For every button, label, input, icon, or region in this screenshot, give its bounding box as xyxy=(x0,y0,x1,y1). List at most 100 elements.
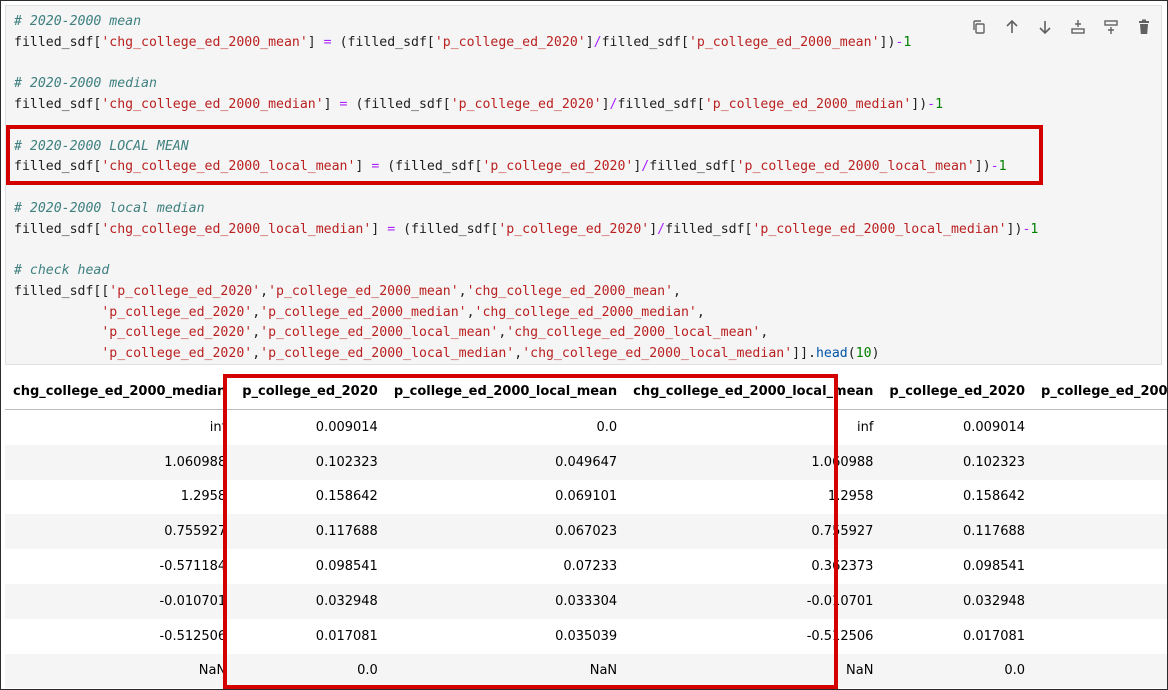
code-token: , xyxy=(673,283,681,299)
code-token: filled_sdf[ xyxy=(14,221,102,237)
table-cell: 0.032948 xyxy=(315,593,378,609)
code-token: 1 xyxy=(1030,221,1039,237)
code-token: , xyxy=(760,325,769,341)
code-token: 1 xyxy=(903,34,912,50)
arrow-down-icon[interactable] xyxy=(1034,16,1056,38)
table-cell: 0.0 xyxy=(357,663,378,679)
code-token: 'chg_college_ed_2000_median' xyxy=(474,304,697,320)
column-header: p_college_ed_2000_local_m xyxy=(1033,373,1167,410)
table-cell: 0.017081 xyxy=(315,628,378,644)
code-token: # 2020-2000 LOCAL MEAN xyxy=(14,138,189,154)
table-cell: 0.117688 xyxy=(315,524,378,540)
trash-icon[interactable] xyxy=(1133,16,1155,38)
copy-icon[interactable] xyxy=(968,16,990,38)
code-token: ] xyxy=(649,221,658,237)
code-token: , xyxy=(252,346,261,361)
code-token: # 2020-2000 mean xyxy=(14,14,142,29)
table-header-row: chg_college_ed_2000_median p_college_ed_… xyxy=(5,373,1167,410)
code-token: 'chg_college_ed_2000_local_median' xyxy=(522,346,793,361)
table-cell: 0.0 xyxy=(1033,480,1167,515)
code-token: 1 xyxy=(998,159,1007,175)
code-token: ] xyxy=(585,34,594,50)
table-cell: 0.158642 xyxy=(963,489,1026,505)
code-token: , xyxy=(252,304,261,320)
code-token: , xyxy=(252,325,261,341)
code-token: filled_sdf[ xyxy=(14,97,102,112)
column-header: chg_college_ed_2000_local_mean xyxy=(625,373,882,410)
table-cell: 0.035039 xyxy=(555,628,618,644)
table-cell xyxy=(1033,410,1167,445)
code-token: ] xyxy=(323,97,340,112)
table-cell: -0.010701 xyxy=(806,593,874,609)
code-token: 1 xyxy=(935,97,944,112)
code-token: # 2020-2000 median xyxy=(14,76,157,92)
code-token: 'p_college_ed_2000_mean' xyxy=(688,34,880,50)
table-cell: 0.033304 xyxy=(555,593,618,609)
table-cell: 1.060988 xyxy=(164,454,227,470)
table-cell: -0.512506 xyxy=(159,628,227,644)
code-token: = xyxy=(339,97,348,112)
code-token: ]) xyxy=(974,159,991,175)
code-token: (filled_sdf[ xyxy=(379,159,483,175)
table-cell: 0.098541 xyxy=(963,559,1026,575)
table-cell: 0.049647 xyxy=(555,454,618,470)
code-token: filled_sdf[ xyxy=(14,34,102,50)
arrow-up-icon[interactable] xyxy=(1001,16,1023,38)
column-header: chg_college_ed_2000_median xyxy=(5,373,235,410)
code-token: 'chg_college_ed_2000_mean' xyxy=(101,34,308,50)
table-row: -0.010701 0.032948 0.033304 -0.010701 0.0329… xyxy=(5,583,1167,619)
cell-toolbar xyxy=(968,16,1155,38)
code-token: 'chg_college_ed_2000_local_mean' xyxy=(101,159,356,175)
table-row: 1.2958 0.158642 0.069101 1.2958 0.158642 0.0 xyxy=(5,480,1167,515)
table-cell: 0.117688 xyxy=(963,524,1026,540)
insert-below-icon[interactable] xyxy=(1100,16,1122,38)
code-token: 'p_college_ed_2000_mean' xyxy=(268,283,459,299)
insert-above-icon[interactable] xyxy=(1067,16,1089,38)
table-cell: 0.067023 xyxy=(555,524,618,540)
table-cell: 0.069101 xyxy=(555,489,618,505)
table-row: 1.060988 0.102323 0.049647 1.060988 0.102323… xyxy=(5,444,1167,480)
code-token: 'chg_college_ed_2000_median' xyxy=(101,97,324,112)
column-header: p_college_ed_2020 xyxy=(234,373,386,410)
code-token: filled_sdf[[ xyxy=(14,283,110,299)
table-cell: 0.017081 xyxy=(963,628,1026,644)
table-cell: 0.362373 xyxy=(811,559,874,575)
code-cell[interactable]: # 2020-2000 mean filled_sdf['chg_college… xyxy=(5,5,1162,365)
code-token: 'p_college_ed_2020' xyxy=(450,97,602,112)
table-cell: 1.060988 xyxy=(811,454,874,470)
column-header: p_college_ed_2020 xyxy=(881,373,1034,410)
output-table-area: chg_college_ed_2000_median p_college_ed_… xyxy=(5,373,1167,689)
code-token: filled_sdf[ xyxy=(617,97,705,112)
code-token: 'p_college_ed_2000_median' xyxy=(260,304,467,320)
code-token: (filled_sdf[ xyxy=(395,221,499,237)
table-cell: 0.009014 xyxy=(315,419,378,435)
code-token: 'p_college_ed_2020' xyxy=(498,221,650,237)
code-token: # check head xyxy=(14,263,110,278)
code-token: / xyxy=(657,221,666,237)
code-token: ]) xyxy=(911,97,928,112)
code-token: 'p_college_ed_2020' xyxy=(109,283,261,299)
code-token: 'chg_college_ed_2000_local_median' xyxy=(101,221,372,237)
table-row: -0.571184 0.098541 0.07233 0.362373 0.098541… xyxy=(5,549,1167,584)
code-token: = xyxy=(387,221,396,237)
table-row: NaN 0.0 NaN NaN 0.0 xyxy=(5,653,1167,689)
code-token: - xyxy=(990,159,999,175)
code-editor[interactable]: # 2020-2000 mean filled_sdf['chg_college… xyxy=(14,12,1038,365)
table-cell: 0.755927 xyxy=(164,524,227,540)
code-token: 10 xyxy=(855,346,872,361)
code-token: filled_sdf[ xyxy=(649,159,737,175)
code-token: ] xyxy=(307,34,324,50)
table-cell: NaN xyxy=(589,663,618,679)
code-token: = xyxy=(323,34,332,50)
code-token: filled_sdf[ xyxy=(665,221,753,237)
code-token: , xyxy=(514,346,523,361)
code-token: 'p_college_ed_2000_median' xyxy=(704,97,912,112)
code-token: ]) xyxy=(1006,221,1023,237)
table-cell: 0.0 xyxy=(1004,663,1026,679)
table-cell: 0.0 xyxy=(1033,514,1167,549)
code-token: 'p_college_ed_2000_local_mean' xyxy=(736,159,975,175)
code-token: ] xyxy=(371,221,388,237)
code-token: 'p_college_ed_2020' xyxy=(482,159,634,175)
